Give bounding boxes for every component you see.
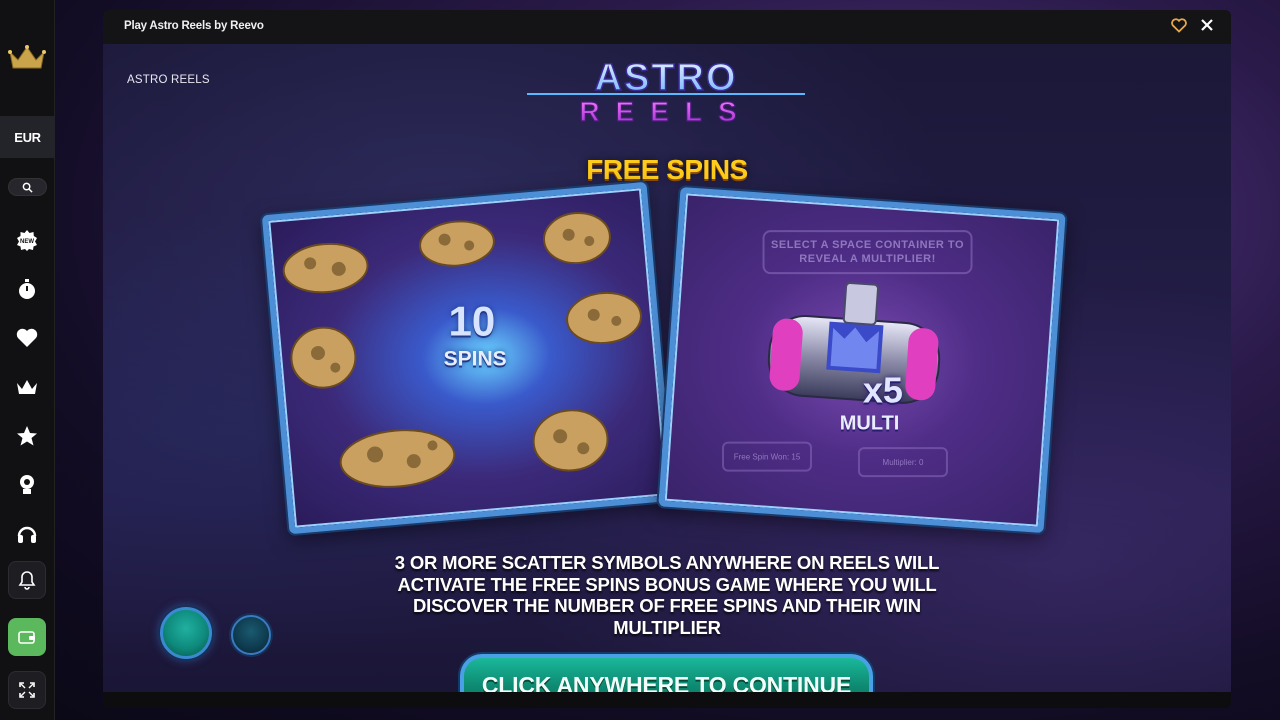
headset-icon — [17, 526, 37, 543]
recent-button[interactable] — [14, 276, 40, 302]
heart-outline-icon — [1171, 18, 1187, 33]
select-container-sign: SELECT A SPACE CONTAINER TO REVEAL A MUL… — [762, 230, 973, 275]
asteroid-image — [290, 326, 357, 389]
game-label: ASTRO REELS — [127, 74, 210, 86]
game-canvas[interactable]: ASTRO REELS ASTRO REELS FREE SPINS 10 SP… — [103, 44, 1231, 692]
top-games-button[interactable] — [14, 423, 40, 449]
asteroid-image — [282, 242, 369, 294]
modal-title: Play Astro Reels by Reevo — [124, 20, 264, 32]
new-badge-icon: NEW — [17, 230, 37, 251]
tournaments-button[interactable] — [14, 472, 40, 498]
page-dot[interactable] — [231, 615, 271, 655]
bell-icon — [18, 571, 36, 590]
svg-text:REELS: REELS — [579, 96, 752, 124]
notifications-button[interactable] — [8, 561, 46, 599]
spins-count: 10 — [448, 297, 496, 345]
favorite-button[interactable] — [1171, 18, 1189, 36]
free-spins-heading: FREE SPINS — [586, 154, 748, 185]
game-modal: Play Astro Reels by Reevo ASTRO REELS AS… — [103, 10, 1231, 708]
star-icon — [17, 426, 37, 446]
spins-label: SPINS — [443, 347, 507, 371]
multiplier-panel: SELECT A SPACE CONTAINER TO REVEAL A MUL… — [658, 186, 1066, 534]
free-spins-panel: 10 SPINS — [261, 181, 675, 535]
modal-header: Play Astro Reels by Reevo — [103, 10, 1231, 44]
heart-icon — [16, 328, 38, 347]
fullscreen-button[interactable] — [8, 671, 46, 709]
close-icon — [1201, 19, 1213, 31]
expand-icon — [19, 682, 35, 698]
asteroid-image — [566, 291, 642, 345]
asteroid-image — [532, 409, 609, 472]
favorites-button[interactable] — [14, 325, 40, 351]
search-icon — [22, 182, 33, 193]
continue-button[interactable]: CLICK ANYWHERE TO CONTINUE — [460, 654, 873, 692]
free-spins-won-box: Free Spin Won: 15 — [722, 441, 813, 472]
modal-footer — [103, 692, 1231, 708]
wallet-button[interactable] — [8, 618, 46, 656]
astro-reels-logo: ASTRO REELS — [527, 58, 805, 124]
currency-label: EUR — [14, 129, 41, 145]
multiplier-box: Multiplier: 0 — [857, 447, 948, 478]
search-button[interactable] — [8, 178, 47, 196]
svg-text:NEW: NEW — [20, 239, 34, 245]
multiplier-value: x5 — [862, 369, 903, 411]
new-games-button[interactable]: NEW — [14, 227, 40, 253]
page-dot-active[interactable] — [160, 607, 212, 659]
continue-label: CLICK ANYWHERE TO CONTINUE — [481, 672, 852, 692]
stopwatch-icon — [19, 279, 35, 299]
wallet-icon — [18, 631, 35, 644]
trophy-icon — [20, 475, 34, 494]
multiplier-label: MULTI — [839, 412, 900, 435]
svg-text:ASTRO: ASTRO — [595, 58, 738, 99]
left-sidebar: EUR NEW — [0, 0, 55, 720]
feature-description: 3 OR MORE SCATTER SYMBOLS ANYWHERE ON RE… — [394, 552, 940, 638]
asteroid-image — [419, 220, 495, 267]
crown-icon — [17, 380, 37, 394]
vip-button[interactable] — [14, 374, 40, 400]
support-button[interactable] — [14, 521, 40, 547]
crown-logo-icon[interactable] — [7, 42, 47, 72]
asteroid-image — [543, 211, 611, 265]
asteroid-image — [339, 429, 456, 488]
close-button[interactable] — [1200, 18, 1218, 36]
currency-selector[interactable]: EUR — [0, 116, 55, 158]
